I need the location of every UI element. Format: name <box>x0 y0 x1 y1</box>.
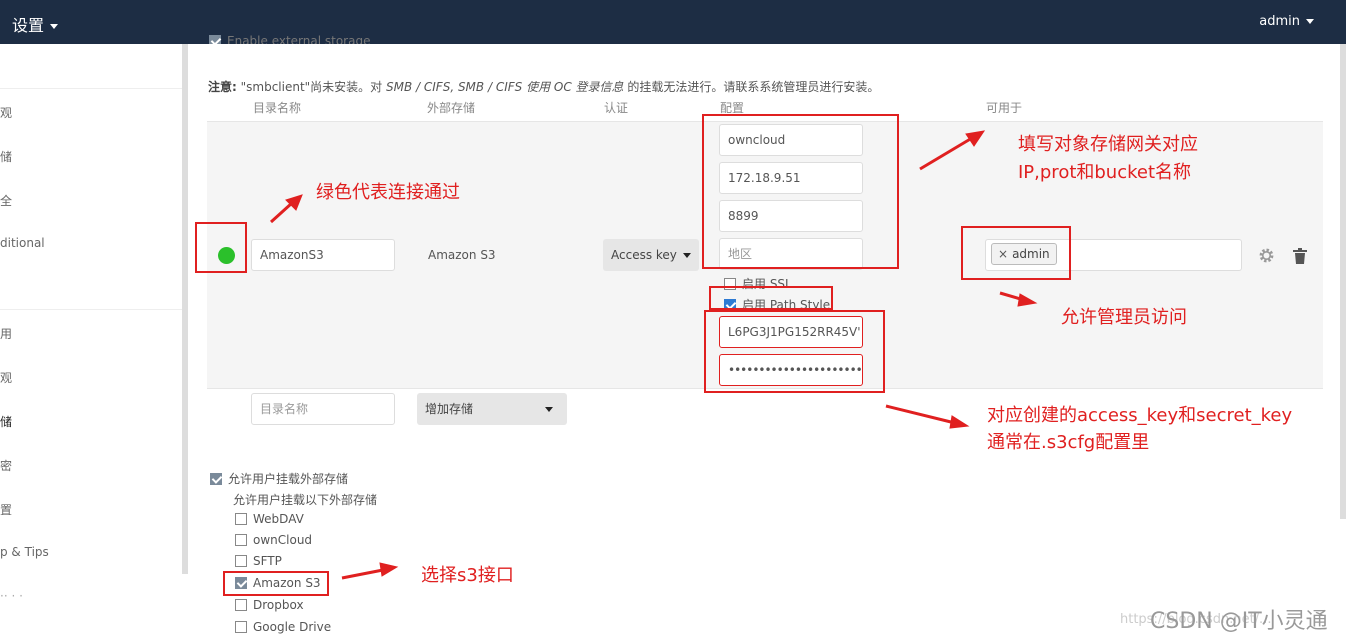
watermark-brand: CSDN @IT小灵通 <box>1150 609 1328 634</box>
annotation-green: 绿色代表连接通过 <box>316 182 460 203</box>
annotation-fill-2: IP,prot和bucket名称 <box>1018 162 1192 183</box>
annotation-keys-2: 通常在.s3cfg配置里 <box>987 432 1150 453</box>
annotation-keys-1: 对应创建的access_key和secret_key <box>987 405 1293 426</box>
annotation-admin: 允许管理员访问 <box>1061 307 1187 328</box>
annotation-fill-1: 填写对象存储网关对应 <box>1018 134 1198 155</box>
annotation-s3: 选择s3接口 <box>421 565 514 586</box>
